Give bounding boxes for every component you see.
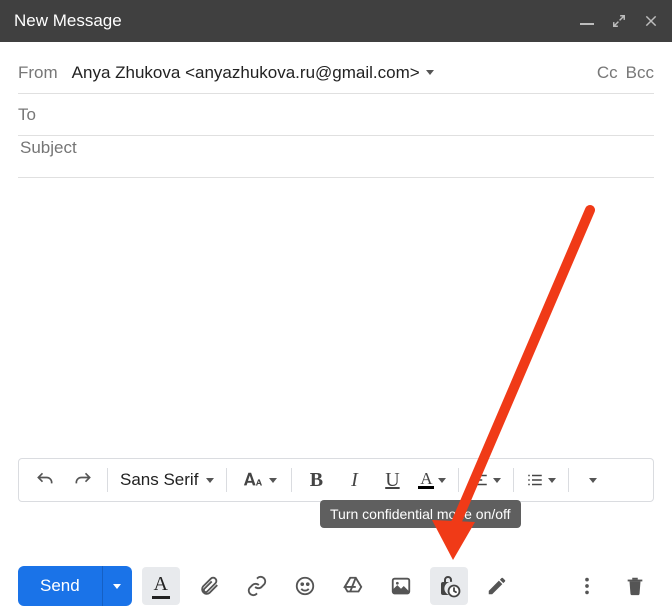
list-button[interactable] (520, 462, 562, 498)
redo-button[interactable] (65, 462, 101, 498)
formatting-toolbar: Sans Serif B I U A (18, 458, 654, 502)
font-family-select[interactable]: Sans Serif (114, 462, 220, 498)
paperclip-icon (198, 575, 220, 597)
italic-button[interactable]: I (336, 462, 372, 498)
chevron-down-icon (438, 478, 446, 483)
more-options-button[interactable] (568, 567, 606, 605)
trash-icon (624, 575, 646, 597)
window-controls (580, 14, 658, 28)
from-row: From Anya Zhukova <anyazhukova.ru@gmail.… (18, 52, 654, 94)
formatting-options-button[interactable]: A (142, 567, 180, 605)
from-label: From (18, 63, 58, 83)
formatting-A-glyph: A (153, 573, 167, 596)
expand-icon[interactable] (612, 14, 626, 28)
compose-action-bar: Send A (0, 566, 672, 606)
confidential-mode-button[interactable] (430, 567, 468, 605)
lock-clock-icon (437, 574, 461, 598)
more-vert-icon (576, 575, 598, 597)
subject-input[interactable] (18, 137, 654, 159)
confidential-tooltip: Turn confidential mode on/off (320, 500, 521, 528)
from-value-container[interactable]: Anya Zhukova <anyazhukova.ru@gmail.com> (72, 63, 583, 83)
pen-icon (486, 575, 508, 597)
bold-button[interactable]: B (298, 462, 334, 498)
chevron-down-icon (548, 478, 556, 483)
font-family-label: Sans Serif (120, 470, 198, 490)
chevron-down-icon (426, 70, 434, 75)
message-body[interactable] (18, 178, 654, 458)
emoji-icon (294, 575, 316, 597)
insert-link-button[interactable] (238, 567, 276, 605)
send-button-group: Send (18, 566, 132, 606)
send-options-button[interactable] (102, 566, 132, 606)
discard-draft-button[interactable] (616, 567, 654, 605)
chevron-down-icon (113, 584, 121, 589)
attach-file-button[interactable] (190, 567, 228, 605)
subject-row[interactable] (18, 136, 654, 178)
chevron-down-icon (206, 478, 214, 483)
send-button[interactable]: Send (18, 566, 102, 606)
drive-icon (342, 575, 364, 597)
compose-titlebar: New Message (0, 0, 672, 42)
underline-bar (152, 596, 170, 599)
to-label: To (18, 105, 36, 125)
insert-signature-button[interactable] (478, 567, 516, 605)
undo-button[interactable] (27, 462, 63, 498)
more-formatting-button[interactable] (575, 462, 611, 498)
close-icon[interactable] (644, 14, 658, 28)
cc-button[interactable]: Cc (597, 63, 618, 83)
to-row[interactable]: To (18, 94, 654, 136)
from-address: Anya Zhukova <anyazhukova.ru@gmail.com> (72, 63, 420, 83)
chevron-down-icon (269, 478, 277, 483)
chevron-down-icon (589, 478, 597, 483)
link-icon (246, 575, 268, 597)
bcc-button[interactable]: Bcc (626, 63, 654, 83)
text-color-button[interactable]: A (412, 462, 452, 498)
insert-emoji-button[interactable] (286, 567, 324, 605)
compose-fields: From Anya Zhukova <anyazhukova.ru@gmail.… (0, 42, 672, 458)
insert-drive-button[interactable] (334, 567, 372, 605)
underline-button[interactable]: U (374, 462, 410, 498)
minimize-icon[interactable] (580, 23, 594, 25)
image-icon (390, 575, 412, 597)
align-button[interactable] (465, 462, 507, 498)
to-input[interactable] (50, 95, 654, 117)
insert-photo-button[interactable] (382, 567, 420, 605)
window-title: New Message (14, 11, 122, 31)
font-size-button[interactable] (233, 462, 285, 498)
chevron-down-icon (493, 478, 501, 483)
